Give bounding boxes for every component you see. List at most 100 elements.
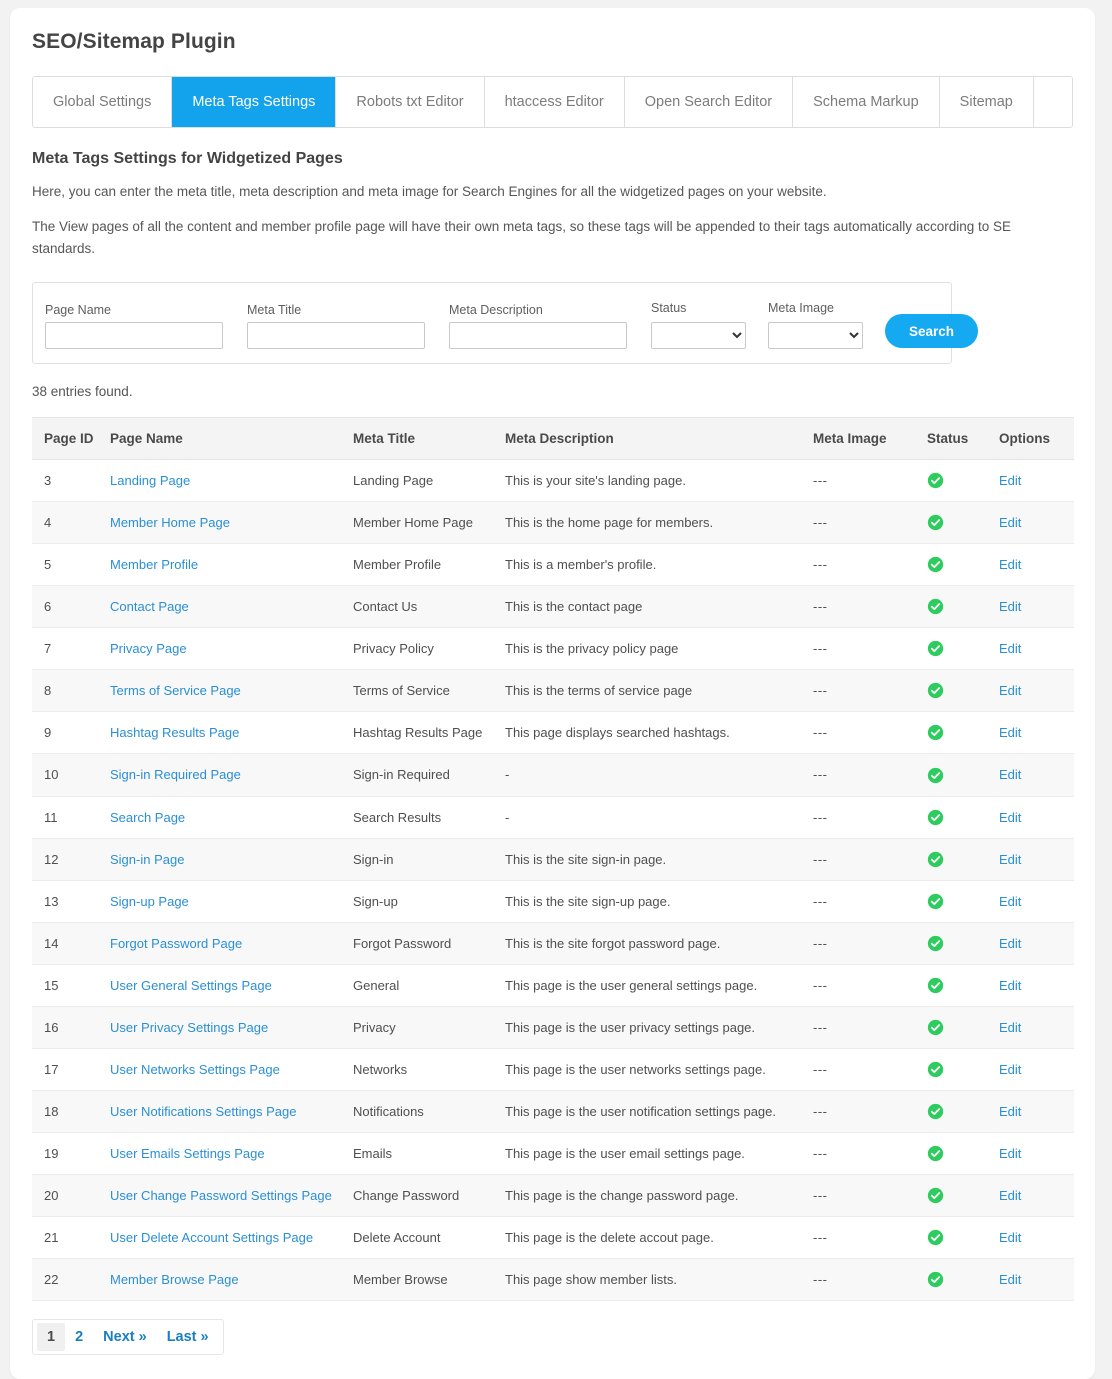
tab-global-settings[interactable]: Global Settings bbox=[33, 77, 173, 127]
page-name-link[interactable]: User Change Password Settings Page bbox=[110, 1188, 332, 1203]
cell-page-name: Sign-in Required Page bbox=[110, 753, 353, 797]
tab-bar: Global Settings Meta Tags Settings Robots … bbox=[32, 76, 1073, 128]
cell-meta-description: This is the home page for members. bbox=[505, 501, 813, 545]
edit-link[interactable]: Edit bbox=[999, 1272, 1021, 1287]
edit-link[interactable]: Edit bbox=[999, 852, 1021, 867]
cell-page-id: 11 bbox=[32, 796, 110, 839]
meta-title-input[interactable] bbox=[247, 322, 425, 349]
cell-status bbox=[927, 543, 999, 587]
cell-page-name: User Networks Settings Page bbox=[110, 1048, 353, 1091]
edit-link[interactable]: Edit bbox=[999, 1104, 1021, 1119]
cell-options: Edit bbox=[999, 711, 1074, 755]
cell-options: Edit bbox=[999, 627, 1074, 671]
cell-page-id: 20 bbox=[32, 1174, 110, 1218]
page-name-link[interactable]: User Networks Settings Page bbox=[110, 1062, 280, 1077]
cell-meta-image: --- bbox=[813, 669, 927, 713]
cell-meta-title: Emails bbox=[353, 1132, 505, 1176]
edit-link[interactable]: Edit bbox=[999, 1146, 1021, 1161]
tab-schema-markup[interactable]: Schema Markup bbox=[793, 77, 940, 127]
edit-link[interactable]: Edit bbox=[999, 683, 1021, 698]
meta-image-select[interactable] bbox=[768, 322, 863, 349]
cell-meta-title: Terms of Service bbox=[353, 669, 505, 713]
column-header-meta-title: Meta Title bbox=[353, 417, 505, 460]
tab-meta-tags-settings[interactable]: Meta Tags Settings bbox=[172, 77, 337, 127]
page-name-link[interactable]: Landing Page bbox=[110, 473, 190, 488]
page-name-link[interactable]: Terms of Service Page bbox=[110, 683, 241, 698]
cell-meta-title: Forgot Password bbox=[353, 922, 505, 965]
cell-meta-image: --- bbox=[813, 1216, 927, 1260]
page-name-link[interactable]: User Privacy Settings Page bbox=[110, 1020, 268, 1035]
tab-sitemap[interactable]: Sitemap bbox=[939, 77, 1034, 127]
status-active-check-icon bbox=[927, 1229, 944, 1246]
table-row: 17 User Networks Settings Page Networks Thi… bbox=[32, 1048, 1074, 1091]
table-row: 15 User General Settings Page General This … bbox=[32, 964, 1074, 1007]
cell-meta-image: --- bbox=[813, 964, 927, 1007]
plugin-card: SEO/Sitemap Plugin Global Settings Meta T… bbox=[10, 8, 1095, 1379]
edit-link[interactable]: Edit bbox=[999, 1188, 1021, 1203]
edit-link[interactable]: Edit bbox=[999, 641, 1021, 656]
page-name-link[interactable]: User General Settings Page bbox=[110, 978, 272, 993]
tab-htaccess-editor[interactable]: htaccess Editor bbox=[484, 77, 625, 127]
edit-link[interactable]: Edit bbox=[999, 1020, 1021, 1035]
page-name-link[interactable]: Privacy Page bbox=[110, 641, 187, 656]
cell-options: Edit bbox=[999, 1090, 1074, 1134]
page-name-link[interactable]: Sign-up Page bbox=[110, 894, 189, 909]
edit-link[interactable]: Edit bbox=[999, 1062, 1021, 1077]
edit-link[interactable]: Edit bbox=[999, 1230, 1021, 1245]
pagination-link-1[interactable]: 1 bbox=[37, 1323, 66, 1352]
edit-link[interactable]: Edit bbox=[999, 894, 1021, 909]
status-active-check-icon bbox=[927, 1019, 944, 1036]
edit-link[interactable]: Edit bbox=[999, 936, 1021, 951]
page-name-link[interactable]: User Emails Settings Page bbox=[110, 1146, 265, 1161]
cell-page-id: 15 bbox=[32, 964, 110, 1007]
cell-meta-image: --- bbox=[813, 1132, 927, 1176]
page-name-link[interactable]: Contact Page bbox=[110, 599, 189, 614]
edit-link[interactable]: Edit bbox=[999, 978, 1021, 993]
cell-meta-title: Privacy bbox=[353, 1006, 505, 1049]
page-name-link[interactable]: Member Home Page bbox=[110, 515, 230, 530]
cell-status bbox=[927, 838, 999, 881]
page-name-link[interactable]: User Notifications Settings Page bbox=[110, 1104, 296, 1119]
table-row: 7 Privacy Page Privacy Policy This is the p… bbox=[32, 627, 1074, 671]
page-name-link[interactable]: Member Profile bbox=[110, 557, 198, 572]
cell-meta-description: This page is the change password page. bbox=[505, 1174, 813, 1218]
page-name-link[interactable]: Hashtag Results Page bbox=[110, 725, 239, 740]
pagination-link-next[interactable]: Next » bbox=[93, 1323, 157, 1351]
cell-status bbox=[927, 627, 999, 671]
cell-page-name: Forgot Password Page bbox=[110, 922, 353, 965]
tab-robots-txt-editor[interactable]: Robots txt Editor bbox=[336, 77, 485, 127]
page-name-link[interactable]: Search Page bbox=[110, 810, 185, 825]
edit-link[interactable]: Edit bbox=[999, 725, 1021, 740]
edit-link[interactable]: Edit bbox=[999, 599, 1021, 614]
status-active-check-icon bbox=[927, 1061, 944, 1078]
column-header-page-id: Page ID bbox=[32, 417, 110, 460]
edit-link[interactable]: Edit bbox=[999, 473, 1021, 488]
page-name-link[interactable]: Member Browse Page bbox=[110, 1272, 239, 1287]
cell-status bbox=[927, 880, 999, 923]
cell-status bbox=[927, 796, 999, 839]
status-active-check-icon bbox=[927, 514, 944, 531]
edit-link[interactable]: Edit bbox=[999, 767, 1021, 782]
meta-description-input[interactable] bbox=[449, 322, 627, 349]
cell-page-name: Contact Page bbox=[110, 585, 353, 629]
page-name-link[interactable]: Forgot Password Page bbox=[110, 936, 242, 951]
status-active-check-icon bbox=[927, 767, 944, 784]
status-select[interactable] bbox=[651, 322, 746, 349]
tab-open-search-editor[interactable]: Open Search Editor bbox=[624, 77, 794, 127]
pagination-link-2[interactable]: 2 bbox=[65, 1323, 93, 1351]
edit-link[interactable]: Edit bbox=[999, 810, 1021, 825]
cell-meta-description: This is the contact page bbox=[505, 585, 813, 629]
cell-status bbox=[927, 585, 999, 629]
cell-page-id: 12 bbox=[32, 838, 110, 881]
cell-meta-image: --- bbox=[813, 838, 927, 881]
page-name-link[interactable]: Sign-in Page bbox=[110, 852, 184, 867]
edit-link[interactable]: Edit bbox=[999, 515, 1021, 530]
cell-meta-description: - bbox=[505, 796, 813, 839]
page-name-input[interactable] bbox=[45, 322, 223, 349]
search-button[interactable]: Search bbox=[885, 314, 979, 348]
edit-link[interactable]: Edit bbox=[999, 557, 1021, 572]
pagination-link-last[interactable]: Last » bbox=[157, 1323, 219, 1351]
page-name-link[interactable]: User Delete Account Settings Page bbox=[110, 1230, 313, 1245]
page-name-link[interactable]: Sign-in Required Page bbox=[110, 767, 241, 782]
cell-options: Edit bbox=[999, 1006, 1074, 1049]
